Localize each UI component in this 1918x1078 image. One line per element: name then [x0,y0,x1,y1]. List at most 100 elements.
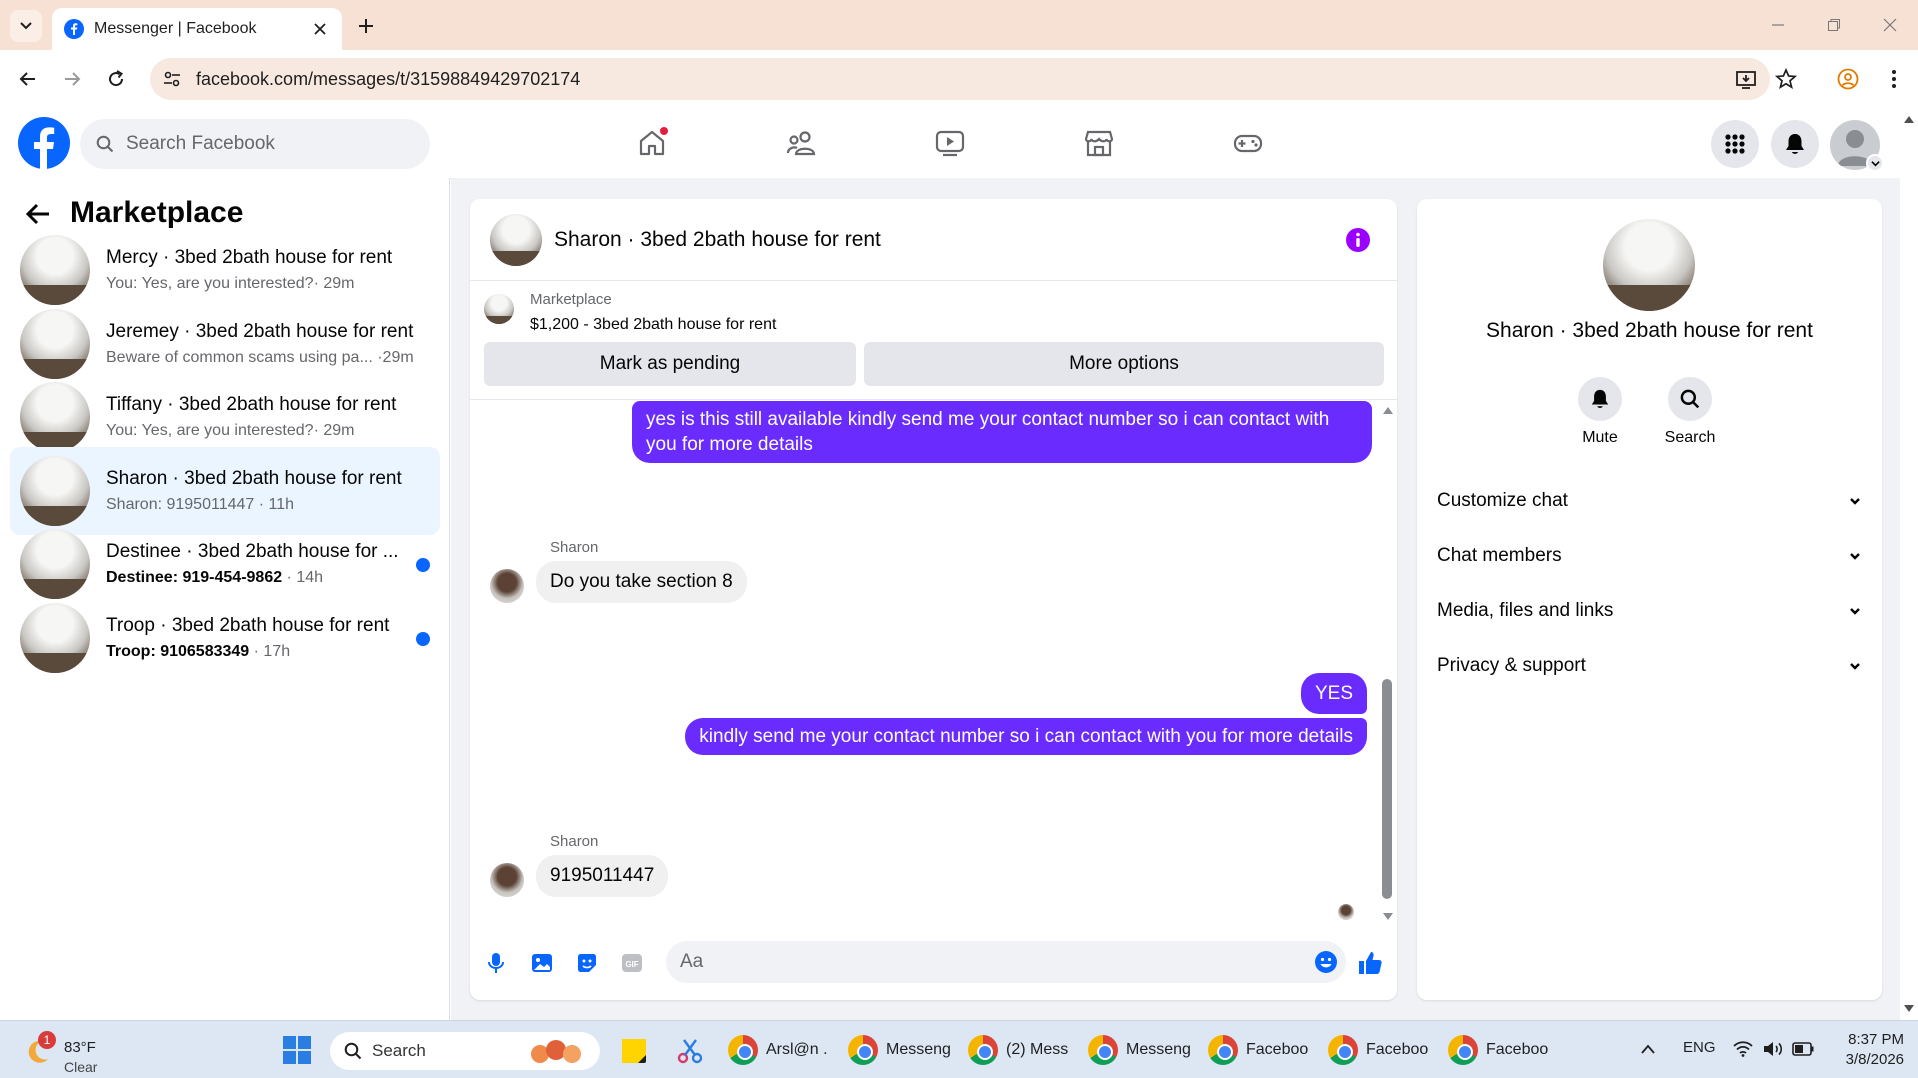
restore-button[interactable] [1814,10,1854,40]
taskbar-app-label: Faceboo [1246,1041,1309,1058]
battery-icon[interactable] [1792,1042,1814,1056]
address-bar[interactable]: facebook.com/messages/t/3159884942970217… [150,58,1770,100]
close-window-button[interactable] [1870,10,1910,40]
sticker-icon[interactable] [575,951,599,975]
chat-title[interactable]: Sharon · 3bed 2bath house for rent [554,228,881,252]
facebook-header: Search Facebook [0,108,1900,178]
section-chat-members[interactable]: Chat members [1437,534,1862,578]
preview-time: · 29m [313,275,355,292]
sender-name: Sharon [550,833,599,850]
nav-marketplace[interactable] [1075,120,1123,166]
snipping-tool-icon[interactable] [676,1037,704,1065]
nav-gaming[interactable] [1224,120,1272,166]
more-options-button[interactable]: More options [864,342,1384,386]
conversation-preview: Sharon: 9195011447 · 11h [106,496,416,514]
message-outgoing: YES [1300,673,1367,714]
reload-button[interactable] [100,63,132,95]
minimize-button[interactable] [1758,10,1798,40]
taskbar-search-label: Search [372,1041,426,1060]
menu-button[interactable] [1711,120,1759,168]
chrome-icon [1088,1035,1118,1065]
volume-icon[interactable] [1762,1040,1784,1058]
profile-button[interactable] [1832,63,1864,95]
browser-menu-button[interactable] [1878,63,1910,95]
listing-title[interactable]: $1,200 - 3bed 2bath house for rent [530,316,776,334]
chevron-up-icon[interactable] [1640,1043,1656,1055]
scroll-down-icon[interactable] [1903,1004,1915,1014]
taskbar-app[interactable]: Faceboo [1448,1031,1566,1069]
scroll-up-icon[interactable] [1903,114,1915,124]
new-tab-button[interactable] [352,12,380,40]
page-scrollbar[interactable] [1900,108,1918,1020]
back-button[interactable] [12,63,44,95]
taskbar-app[interactable]: Arsl@n . [728,1031,846,1069]
scroll-down-icon[interactable] [1382,912,1394,922]
windows-start-icon[interactable] [282,1035,312,1065]
search-placeholder: Search Facebook [126,133,275,154]
microphone-icon[interactable] [484,951,508,975]
forward-button[interactable] [56,63,88,95]
language-indicator[interactable]: ENG [1683,1039,1716,1056]
install-app-button[interactable] [1730,63,1762,95]
mute-button[interactable]: Mute [1560,377,1640,447]
emoji-icon[interactable] [1314,950,1338,974]
scroll-up-icon[interactable] [1382,405,1394,415]
chrome-icon [1448,1035,1478,1065]
chevron-down-icon [1850,498,1860,505]
preview-text: You: Yes, are you interested? [106,422,314,439]
notifications-button[interactable] [1771,120,1819,168]
chat-avatar[interactable] [490,213,542,266]
nav-friends[interactable] [777,120,825,166]
sender-avatar[interactable] [490,863,524,897]
image-icon[interactable] [530,951,554,975]
conversation-name: Jeremey · 3bed 2bath house for rent [106,320,414,342]
chrome-icon [968,1035,998,1065]
browser-tab[interactable]: Messenger | Facebook [52,8,342,50]
listing-thumbnail[interactable] [484,294,514,324]
contact-name: Sharon · 3bed 2bath house for rent [1486,319,1813,342]
conversation-preview: You: Yes, are you interested?· 29m [106,422,416,440]
url-text[interactable]: facebook.com/messages/t/3159884942970217… [196,69,580,90]
taskbar-app[interactable]: Faceboo [1208,1031,1326,1069]
notification-dot [659,126,669,136]
taskbar-search[interactable]: Search [330,1032,600,1070]
tab-search-button[interactable] [10,10,42,42]
conversation-item[interactable]: Troop · 3bed 2bath house for rent Troop: … [10,594,440,682]
taskbar-app[interactable]: Faceboo [1328,1031,1446,1069]
sticky-notes-icon[interactable] [620,1037,648,1065]
wifi-icon[interactable] [1733,1041,1753,1057]
message-input[interactable]: Aa [666,941,1346,983]
section-customize-chat[interactable]: Customize chat [1437,479,1862,523]
browser-tab-bar: Messenger | Facebook [0,0,1918,50]
taskbar-app[interactable]: (2) Mess [968,1031,1086,1069]
nav-video[interactable] [926,120,974,166]
taskbar-app-label: Arsl@n . [766,1041,828,1058]
facebook-search-input[interactable]: Search Facebook [80,119,430,169]
info-icon[interactable] [1345,227,1371,253]
bookmark-button[interactable] [1770,63,1802,95]
site-settings-icon[interactable] [162,69,182,89]
search-in-chat-button[interactable]: Search [1650,377,1730,447]
section-media-files-links[interactable]: Media, files and links [1437,589,1862,633]
taskbar-app[interactable]: Messeng [1088,1031,1206,1069]
sender-avatar[interactable] [490,569,524,603]
bell-icon [1786,134,1804,154]
system-clock[interactable]: 8:37 PM 3/8/2026 [1830,1031,1904,1068]
contact-avatar[interactable] [1603,219,1695,311]
account-chevron[interactable] [1866,154,1884,172]
svg-text:GIF: GIF [625,960,638,969]
taskbar-app[interactable]: Messeng [848,1031,966,1069]
chat-scrollbar[interactable] [1382,679,1392,899]
mark-as-pending-button[interactable]: Mark as pending [484,342,856,386]
preview-text: Destinee: 919-454-9862 [106,569,283,586]
weather-widget[interactable]: 1 83°F Clear [22,1031,132,1075]
tab-close-icon[interactable] [310,19,330,39]
facebook-logo-icon[interactable] [18,117,70,169]
taskbar-app-label: Faceboo [1486,1041,1549,1058]
nav-home[interactable] [628,120,676,166]
gif-icon[interactable]: GIF [620,951,644,975]
thumbs-up-icon[interactable] [1356,949,1384,977]
clock-time: 8:37 PM [1848,1031,1904,1048]
back-arrow-icon[interactable] [24,200,52,228]
section-privacy-support[interactable]: Privacy & support [1437,644,1862,688]
